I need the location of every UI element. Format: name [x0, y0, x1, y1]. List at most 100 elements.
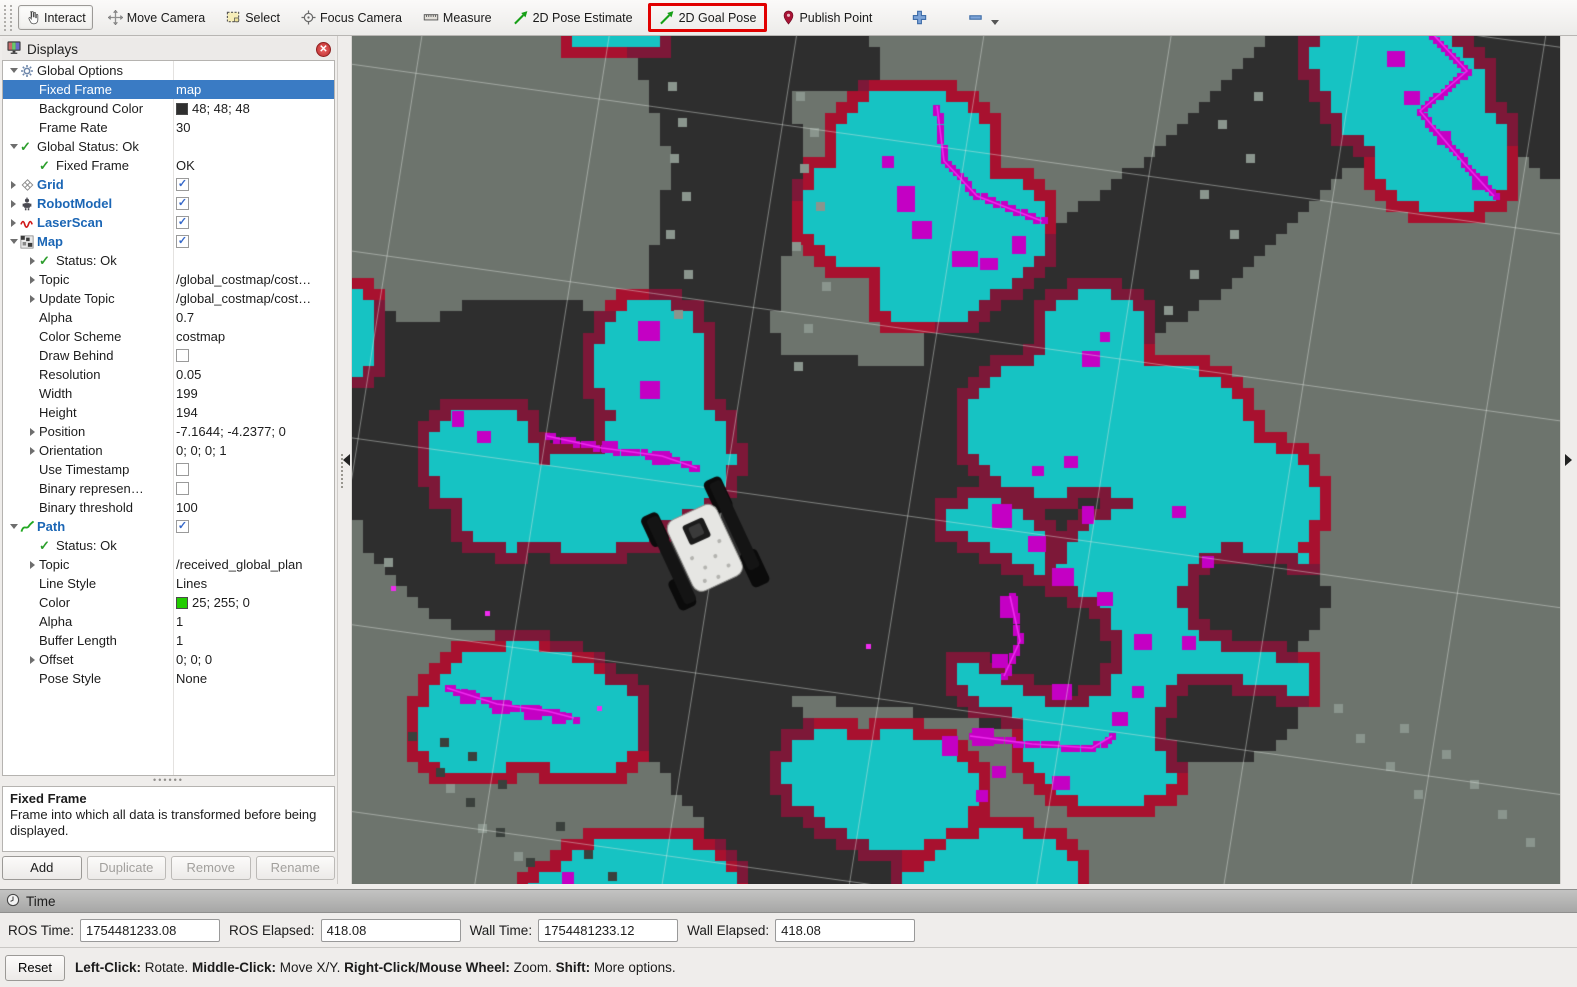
color-swatch[interactable]	[176, 597, 188, 609]
checkbox[interactable]	[176, 463, 189, 476]
expander-icon[interactable]	[26, 447, 39, 455]
main-area: Displays ✕ Global OptionsFixed FramemapB…	[0, 36, 1577, 884]
checkbox[interactable]: ✓	[176, 197, 189, 210]
tree-row-buffer-length[interactable]: Buffer Length1	[3, 631, 334, 650]
3d-viewport[interactable]	[352, 36, 1560, 884]
tree-row-color-scheme[interactable]: Color Schemecostmap	[3, 327, 334, 346]
tree-row-binary-represen[interactable]: Binary represen…	[3, 479, 334, 498]
checkbox[interactable]: ✓	[176, 178, 189, 191]
expander-icon[interactable]	[7, 219, 20, 227]
close-icon[interactable]: ✕	[316, 42, 331, 57]
property-value: ✓	[176, 175, 189, 194]
tree-row-fixed-frame[interactable]: Fixed Framemap	[3, 80, 334, 99]
clock-icon	[6, 893, 20, 910]
reset-button[interactable]: Reset	[5, 955, 65, 981]
tree-row-use-timestamp[interactable]: Use Timestamp	[3, 460, 334, 479]
tool-tool[interactable]	[905, 5, 934, 30]
expander-icon[interactable]	[26, 561, 39, 569]
expander-icon[interactable]	[26, 428, 39, 436]
checkbox[interactable]: ✓	[176, 235, 189, 248]
expander-icon[interactable]	[7, 144, 20, 149]
property-label: Resolution	[39, 365, 100, 384]
property-value: ✓	[176, 213, 189, 232]
tool-select[interactable]: Select	[220, 6, 286, 29]
select-box-icon	[226, 10, 241, 25]
checkbox[interactable]	[176, 482, 189, 495]
tool-label: 2D Goal Pose	[679, 11, 757, 25]
render-canvas[interactable]	[352, 36, 1560, 884]
expander-icon[interactable]	[26, 257, 39, 265]
tree-row-fixed-frame[interactable]: ✓Fixed FrameOK	[3, 156, 334, 175]
tree-row-alpha[interactable]: Alpha1	[3, 612, 334, 631]
expander-icon[interactable]	[7, 68, 20, 73]
tree-row-grid[interactable]: Grid✓	[3, 175, 334, 194]
checkbox[interactable]: ✓	[176, 520, 189, 533]
wall-elapsed-input[interactable]	[775, 919, 915, 942]
collapse-right-icon[interactable]	[1565, 454, 1572, 466]
expander-icon[interactable]	[7, 524, 20, 529]
tool-focus-camera[interactable]: Focus Camera	[295, 6, 408, 29]
tree-row-topic[interactable]: Topic/global_costmap/cost…	[3, 270, 334, 289]
focus-icon	[301, 10, 316, 25]
right-splitter[interactable]	[1560, 36, 1577, 884]
displays-tree: Global OptionsFixed FramemapBackground C…	[2, 60, 335, 776]
tool-interact[interactable]: Interact	[18, 5, 93, 30]
wall-time-input[interactable]	[538, 919, 678, 942]
property-label: Path	[37, 517, 65, 536]
expander-icon[interactable]	[26, 295, 39, 303]
tool-move-camera[interactable]: Move Camera	[102, 6, 212, 29]
tree-row-draw-behind[interactable]: Draw Behind	[3, 346, 334, 365]
displays-panel: Displays ✕ Global OptionsFixed FramemapB…	[0, 36, 338, 884]
tree-row-status-ok[interactable]: ✓Status: Ok	[3, 251, 334, 270]
toolbar-drag-handle[interactable]	[4, 5, 12, 31]
ros-time-input[interactable]	[80, 919, 220, 942]
tool-measure[interactable]: Measure	[417, 6, 498, 29]
property-value: ✓	[176, 194, 189, 213]
expander-icon[interactable]	[7, 181, 20, 189]
left-splitter[interactable]	[338, 36, 352, 884]
tree-row-orientation[interactable]: Orientation0; 0; 0; 1	[3, 441, 334, 460]
ros-elapsed-input[interactable]	[321, 919, 461, 942]
tree-row-width[interactable]: Width199	[3, 384, 334, 403]
tool-tool[interactable]	[961, 5, 1005, 30]
property-value	[176, 479, 189, 498]
tree-row-global-status-ok[interactable]: ✓Global Status: Ok	[3, 137, 334, 156]
tree-row-color[interactable]: Color25; 255; 0	[3, 593, 334, 612]
tree-row-offset[interactable]: Offset0; 0; 0	[3, 650, 334, 669]
tool-2d-goal-pose[interactable]: 2D Goal Pose	[653, 6, 763, 29]
tree-row-laserscan[interactable]: LaserScan✓	[3, 213, 334, 232]
checkbox[interactable]: ✓	[176, 216, 189, 229]
tree-row-height[interactable]: Height194	[3, 403, 334, 422]
tree-row-background-color[interactable]: Background Color48; 48; 48	[3, 99, 334, 118]
tree-row-global-options[interactable]: Global Options	[3, 61, 334, 80]
expander-icon[interactable]	[7, 239, 20, 244]
checkbox[interactable]	[176, 349, 189, 362]
expander-icon[interactable]	[26, 656, 39, 664]
tree-row-map[interactable]: Map✓	[3, 232, 334, 251]
add-button[interactable]: Add	[2, 856, 82, 880]
tree-row-robotmodel[interactable]: RobotModel✓	[3, 194, 334, 213]
dropdown-caret-icon[interactable]	[991, 20, 999, 25]
panel-splitter-handle[interactable]: ••••••	[2, 776, 335, 786]
collapse-left-icon[interactable]	[343, 454, 350, 466]
tree-row-binary-threshold[interactable]: Binary threshold100	[3, 498, 334, 517]
tree-row-alpha[interactable]: Alpha0.7	[3, 308, 334, 327]
tree-row-position[interactable]: Position-7.1644; -4.2377; 0	[3, 422, 334, 441]
robot-icon	[20, 197, 37, 211]
expander-icon[interactable]	[26, 276, 39, 284]
tree-row-path[interactable]: Path ✓	[3, 517, 334, 536]
tree-row-topic[interactable]: Topic/received_global_plan	[3, 555, 334, 574]
tree-row-pose-style[interactable]: Pose StyleNone	[3, 669, 334, 688]
display-buttons-row: AddDuplicateRemoveRename	[2, 852, 335, 882]
tree-row-line-style[interactable]: Line StyleLines	[3, 574, 334, 593]
tool-publish-point[interactable]: Publish Point	[776, 6, 878, 29]
field-label: ROS Elapsed:	[229, 923, 315, 938]
tree-row-update-topic[interactable]: Update Topic/global_costmap/cost…	[3, 289, 334, 308]
tree-row-frame-rate[interactable]: Frame Rate30	[3, 118, 334, 137]
expander-icon[interactable]	[7, 200, 20, 208]
tree-row-status-ok[interactable]: ✓Status: Ok	[3, 536, 334, 555]
property-label: Color	[39, 593, 70, 612]
tree-row-resolution[interactable]: Resolution0.05	[3, 365, 334, 384]
tool-2d-pose-estimate[interactable]: 2D Pose Estimate	[507, 6, 639, 29]
color-swatch[interactable]	[176, 103, 188, 115]
